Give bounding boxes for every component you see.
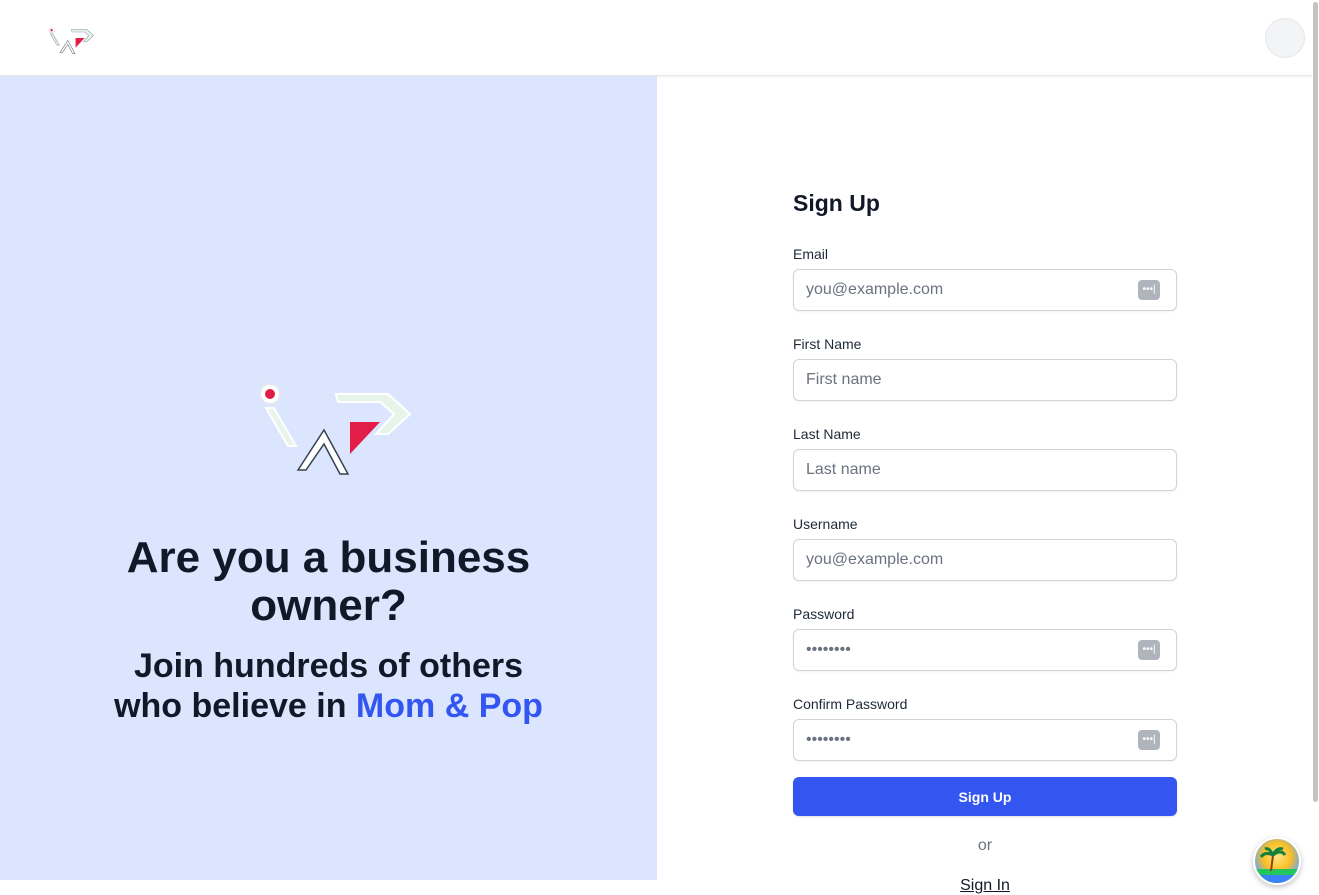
hero-subheadline: Join hundreds of others who believe in M… xyxy=(0,646,657,726)
last-name-label: Last Name xyxy=(793,426,861,442)
email-field-wrapper: •••| xyxy=(793,269,1177,311)
password-field-wrapper: •••| xyxy=(793,629,1177,671)
last-name-field[interactable] xyxy=(794,450,1176,490)
scrollbar-thumb[interactable] xyxy=(1313,2,1318,802)
password-field[interactable] xyxy=(794,630,1176,670)
last-name-field-wrapper xyxy=(793,449,1177,491)
confirm-password-label: Confirm Password xyxy=(793,696,908,712)
password-manager-icon[interactable]: •••| xyxy=(1138,640,1160,660)
map-logo[interactable] xyxy=(47,26,97,56)
brand-name: Mom & Pop xyxy=(355,687,543,725)
page-scrollbar[interactable] xyxy=(1312,0,1319,880)
hero-headline: Are you a business owner? xyxy=(0,534,657,630)
first-name-field-wrapper xyxy=(793,359,1177,401)
username-field[interactable] xyxy=(794,540,1176,580)
confirm-password-field[interactable] xyxy=(794,720,1176,760)
confirm-password-field-wrapper: •••| xyxy=(793,719,1177,761)
password-manager-icon[interactable]: •••| xyxy=(1138,730,1160,750)
map-logo xyxy=(259,383,412,475)
headline-line-1: Are you a business xyxy=(126,533,531,582)
or-divider: or xyxy=(977,837,993,854)
top-navbar xyxy=(0,0,1312,76)
password-label: Password xyxy=(793,606,855,622)
form-title: Sign Up xyxy=(793,190,880,216)
headline-line-2: owner? xyxy=(250,581,407,630)
sign-up-button[interactable]: Sign Up xyxy=(793,777,1177,816)
email-label: Email xyxy=(793,246,829,262)
password-manager-icon[interactable]: •••| xyxy=(1138,280,1160,300)
email-field[interactable] xyxy=(794,270,1176,310)
subline-prefix: who believe in xyxy=(114,687,356,725)
palm-tree-icon xyxy=(1255,847,1299,883)
username-label: Username xyxy=(793,516,858,532)
first-name-label: First Name xyxy=(793,336,862,352)
subline-line-1: Join hundreds of others xyxy=(133,647,524,685)
first-name-field[interactable] xyxy=(794,360,1176,400)
username-field-wrapper xyxy=(793,539,1177,581)
beach-avatar-icon[interactable] xyxy=(1253,837,1301,885)
hero-panel: Are you a business owner? Join hundreds … xyxy=(0,76,657,880)
user-avatar[interactable] xyxy=(1265,18,1305,58)
subline-line-2: who believe in Mom & Pop xyxy=(0,686,657,726)
signup-form: Sign Up Email •••| First Name Last Name … xyxy=(793,186,1177,895)
